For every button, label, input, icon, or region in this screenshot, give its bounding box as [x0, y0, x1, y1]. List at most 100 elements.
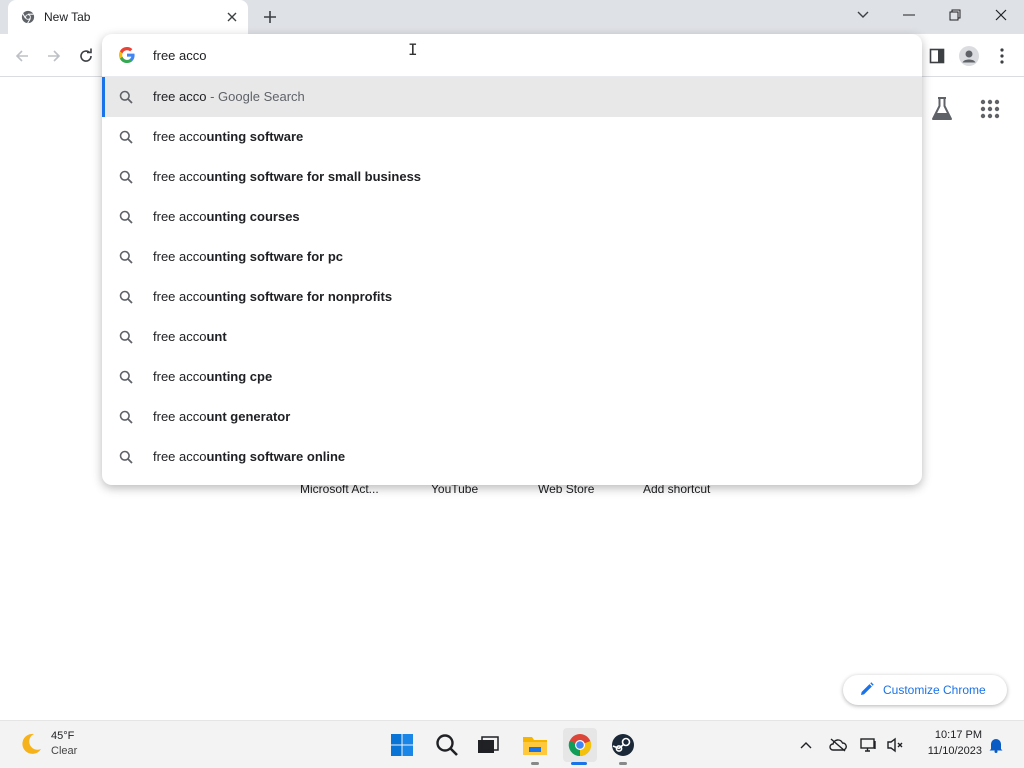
weather-desc: Clear	[51, 745, 78, 757]
steam-icon	[612, 734, 634, 756]
task-view-icon	[478, 736, 499, 753]
weather-temp: 45°F	[51, 730, 75, 742]
text-cursor-icon: I	[408, 40, 418, 59]
chrome-icon	[568, 734, 592, 757]
close-window-button[interactable]	[987, 4, 1015, 26]
suggestion-row[interactable]: free accounting software	[102, 117, 922, 157]
tray-overflow-button[interactable]	[796, 735, 816, 755]
suggestion-row[interactable]: free account generator	[102, 397, 922, 437]
suggestion-row[interactable]: free accounting courses	[102, 197, 922, 237]
cloud-off-icon	[829, 738, 847, 752]
tab-strip: New Tab	[0, 0, 1024, 34]
search-icon	[119, 250, 133, 264]
apps-grid-icon[interactable]	[980, 99, 1000, 119]
suggestion-typed: free acco	[153, 409, 207, 424]
suggestion-text: free acco - Google Search	[153, 89, 305, 104]
customize-chrome-button[interactable]: Customize Chrome	[843, 675, 1007, 705]
suggestion-typed: free acco	[153, 449, 207, 464]
suggestion-text: free accounting software for nonprofits	[153, 289, 392, 304]
plus-icon	[264, 11, 276, 23]
suggestion-row[interactable]: free accounting software for nonprofits	[102, 277, 922, 317]
search-icon	[119, 410, 133, 424]
suggestion-text: free accounting software	[153, 129, 303, 144]
new-tab-button[interactable]	[259, 6, 281, 28]
close-icon[interactable]	[224, 9, 240, 25]
start-button[interactable]	[387, 730, 417, 760]
file-explorer-indicator	[531, 762, 539, 765]
chrome-taskbar-button[interactable]	[563, 728, 597, 762]
chevron-down-icon	[857, 11, 869, 18]
suggestion-text: free account generator	[153, 409, 290, 424]
steam-indicator	[619, 762, 627, 765]
search-icon	[119, 450, 133, 464]
search-icon	[119, 370, 133, 384]
clock-time[interactable]: 10:17 PM	[920, 729, 982, 741]
suggestion-completion: unting software for nonprofits	[206, 289, 393, 304]
suggestion-row[interactable]: free acco - Google Search	[102, 77, 922, 117]
suggestion-suffix: - Google Search	[206, 89, 305, 104]
task-view-button[interactable]	[473, 730, 503, 760]
suggestion-text: free accounting software for small busin…	[153, 169, 421, 184]
chevron-up-icon	[800, 742, 812, 749]
tab-title: New Tab	[44, 10, 91, 24]
menu-button[interactable]	[990, 44, 1014, 68]
notifications-button[interactable]	[986, 735, 1006, 755]
arrow-right-icon	[48, 50, 61, 62]
side-panel-button[interactable]	[925, 44, 949, 68]
suggestion-row[interactable]: free accounting software for small busin…	[102, 157, 922, 197]
suggestion-typed: free acco	[153, 89, 207, 104]
omnibox-dropdown: free acco I free acco - Google Search fre…	[102, 34, 922, 485]
volume-tray-button[interactable]	[885, 735, 905, 755]
chrome-active-indicator	[571, 762, 587, 765]
suggestion-completion: unting software online	[206, 449, 346, 464]
address-input[interactable]: free acco	[153, 48, 206, 63]
forward-button[interactable]	[42, 44, 66, 68]
profile-button[interactable]	[957, 44, 981, 68]
reload-button[interactable]	[74, 44, 98, 68]
more-vert-icon	[1000, 48, 1004, 64]
labs-icon[interactable]	[930, 96, 954, 122]
google-g-icon	[119, 47, 135, 63]
tab-search-button[interactable]	[849, 4, 877, 26]
suggestion-typed: free acco	[153, 289, 207, 304]
suggestion-completion: unting software	[206, 129, 304, 144]
suggestion-row[interactable]: free accounting software for pc	[102, 237, 922, 277]
suggestion-row[interactable]: free account	[102, 317, 922, 357]
network-tray-button[interactable]	[859, 735, 879, 755]
suggestion-row[interactable]: free accounting software online	[102, 437, 922, 477]
suggestion-row[interactable]: free accounting cpe	[102, 357, 922, 397]
minimize-icon	[903, 14, 915, 16]
back-button[interactable]	[10, 44, 34, 68]
suggestion-typed: free acco	[153, 209, 207, 224]
suggestion-completion: unting courses	[206, 209, 300, 224]
suggestion-completion: unt	[206, 329, 227, 344]
file-explorer-button[interactable]	[520, 730, 550, 760]
clock-date[interactable]: 11/10/2023	[920, 745, 982, 757]
weather-widget[interactable]	[16, 729, 46, 759]
search-button[interactable]	[432, 730, 462, 760]
minimize-button[interactable]	[895, 4, 923, 26]
search-icon	[119, 210, 133, 224]
suggestion-text: free accounting courses	[153, 209, 300, 224]
selection-indicator	[102, 77, 105, 117]
folder-icon	[523, 737, 547, 755]
moon-icon	[22, 733, 41, 754]
onedrive-tray-button[interactable]	[828, 735, 848, 755]
suggestion-text: free account	[153, 329, 227, 344]
address-bar[interactable]: free acco I	[102, 34, 922, 77]
suggestion-completion: unting software for pc	[206, 249, 343, 264]
restore-icon	[949, 9, 961, 21]
tab-new-tab[interactable]: New Tab	[8, 0, 248, 34]
suggestion-typed: free acco	[153, 329, 207, 344]
network-icon	[860, 738, 876, 752]
restore-button[interactable]	[941, 4, 969, 26]
reload-icon	[80, 48, 92, 62]
search-icon	[119, 330, 133, 344]
steam-button[interactable]	[608, 730, 638, 760]
search-icon	[119, 290, 133, 304]
suggestion-text: free accounting software for pc	[153, 249, 343, 264]
search-icon	[119, 130, 133, 144]
search-icon	[119, 170, 133, 184]
suggestion-typed: free acco	[153, 169, 207, 184]
suggestion-typed: free acco	[153, 249, 207, 264]
